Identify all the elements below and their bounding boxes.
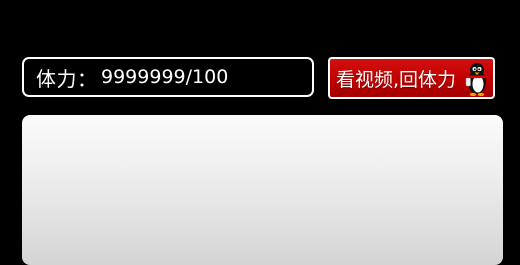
stamina-label: 体力: [36, 66, 77, 91]
watch-video-restore-stamina-button[interactable]: 看视频,回体力: [328, 57, 495, 99]
penguin-icon: [465, 63, 486, 97]
stamina-value: 9999999/100: [101, 66, 229, 88]
video-button-label: 看视频,回体力: [336, 68, 457, 91]
content-panel: [22, 115, 503, 265]
stamina-separator: ：: [77, 66, 97, 91]
stamina-display: 体力 ： 9999999/100: [22, 57, 314, 97]
